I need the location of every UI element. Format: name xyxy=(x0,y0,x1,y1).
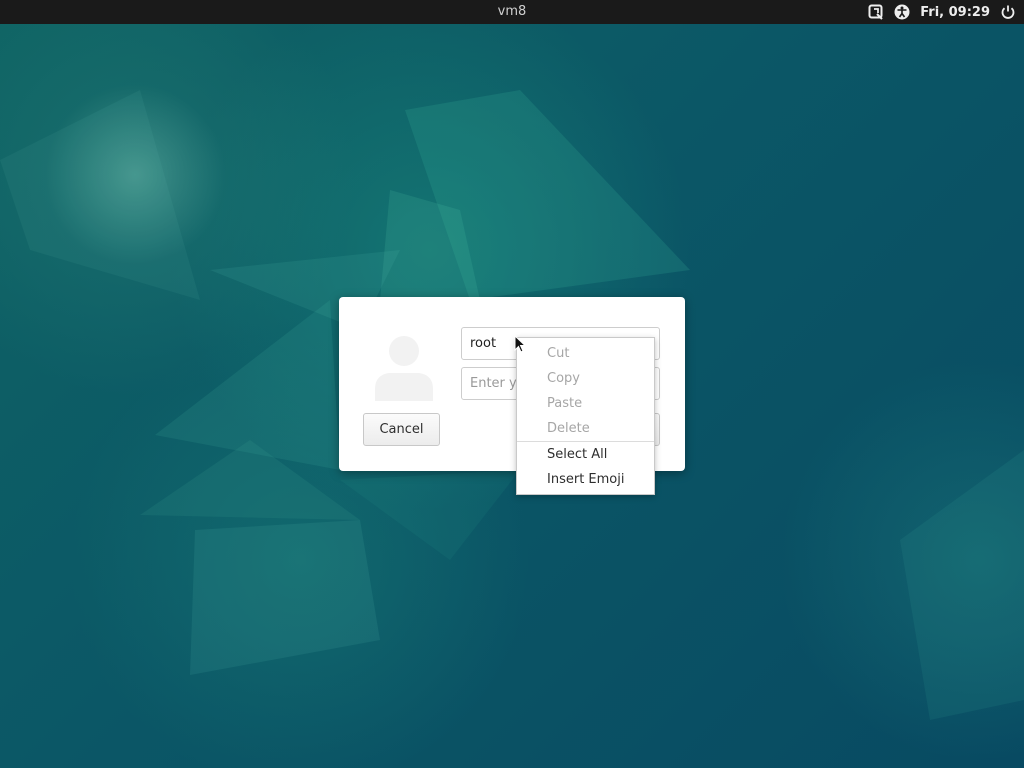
power-icon[interactable] xyxy=(1000,4,1016,20)
user-avatar-icon xyxy=(371,331,437,401)
menu-item-select-all[interactable]: Select All xyxy=(517,442,654,467)
menu-item-delete[interactable]: Delete xyxy=(517,416,654,441)
menu-item-copy[interactable]: Copy xyxy=(517,366,654,391)
context-menu: Cut Copy Paste Delete Select All Insert … xyxy=(516,337,655,495)
clock[interactable]: Fri, 09:29 xyxy=(920,5,990,20)
menu-item-insert-emoji[interactable]: Insert Emoji xyxy=(517,467,654,492)
accessibility-icon[interactable] xyxy=(894,4,910,20)
menu-item-paste[interactable]: Paste xyxy=(517,391,654,416)
screen-keyboard-icon[interactable] xyxy=(868,4,884,20)
menu-item-cut[interactable]: Cut xyxy=(517,341,654,366)
status-area: Fri, 09:29 xyxy=(868,0,1016,24)
cancel-button[interactable]: Cancel xyxy=(363,413,440,446)
mouse-pointer-icon xyxy=(514,334,527,357)
top-bar: vm8 Fri, 09:29 xyxy=(0,0,1024,24)
